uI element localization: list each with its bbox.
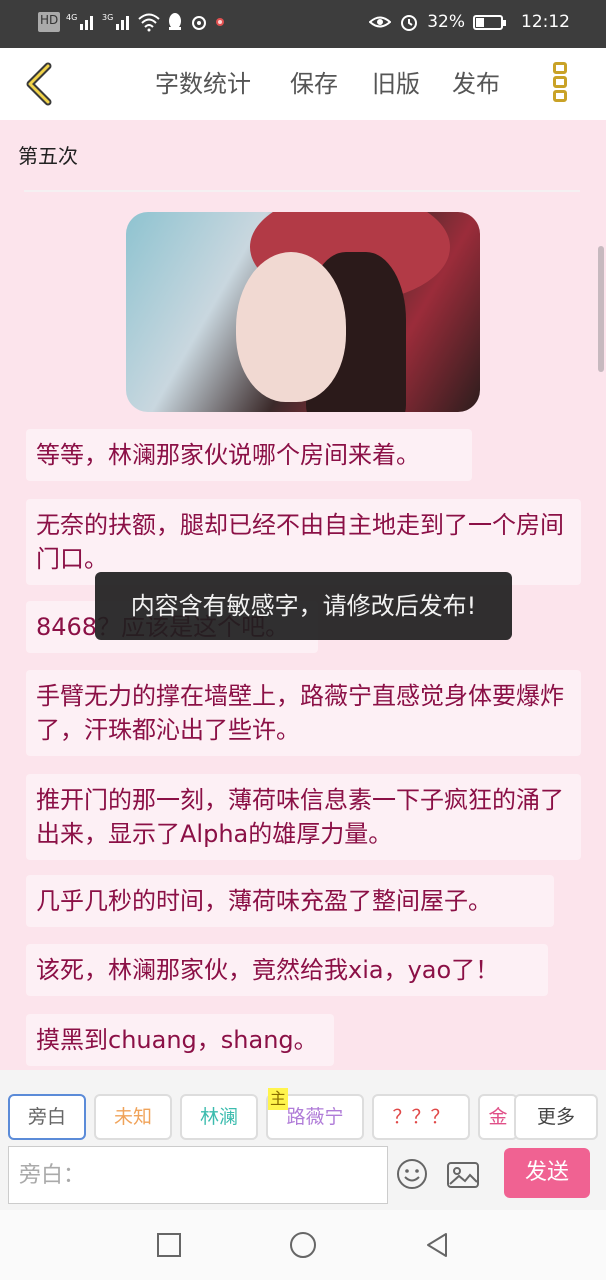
svg-text:4G: 4G	[66, 13, 77, 22]
more-characters-button[interactable]: 更多	[514, 1094, 598, 1140]
signal-4g-icon: 4G	[66, 12, 96, 32]
input-panel: 旁白 未知 林澜 主 路薇宁 ？？？ 金 更多 旁白： 发送	[0, 1070, 606, 1210]
character-chip-unknown[interactable]: 未知	[94, 1094, 172, 1140]
character-chip-linlan[interactable]: 林澜	[180, 1094, 258, 1140]
menu-dot-icon	[553, 90, 567, 102]
chapter-title[interactable]: 第五次	[18, 140, 78, 169]
chevron-left-icon	[26, 62, 52, 106]
scrollbar[interactable]	[598, 246, 604, 372]
battery-icon	[473, 14, 506, 30]
character-chip-label: 未知	[113, 1106, 152, 1128]
character-chip-luweining[interactable]: 主 路薇宁	[266, 1088, 364, 1140]
divider	[24, 190, 580, 192]
emoji-button[interactable]	[396, 1158, 428, 1190]
message-input[interactable]: 旁白：	[8, 1146, 388, 1204]
narration-message[interactable]: 几乎几秒的时间，薄荷味充盈了整间屋子。	[26, 875, 554, 927]
wifi-icon	[138, 12, 160, 32]
hd-indicator: HD	[38, 12, 61, 32]
back-nav-button[interactable]	[422, 1230, 452, 1260]
square-icon	[157, 1233, 181, 1257]
narration-message[interactable]: 等等，林澜那家伙说哪个房间来着。	[26, 429, 472, 481]
character-chip-label: 旁白	[27, 1106, 66, 1128]
svg-text:3G: 3G	[102, 13, 113, 22]
send-button[interactable]: 发送	[504, 1148, 590, 1198]
character-chip-narrator[interactable]: 旁白	[8, 1094, 86, 1140]
alarm-icon	[399, 12, 419, 32]
publish-button[interactable]: 发布	[452, 66, 500, 102]
save-button[interactable]: 保存	[290, 66, 338, 102]
toast-message: 内容含有敏感字，请修改后发布!	[95, 572, 512, 640]
old-version-button[interactable]: 旧版	[372, 66, 420, 102]
narration-message[interactable]: 摸黑到chuang，shang。	[26, 1014, 334, 1066]
record-dot-icon	[214, 12, 226, 32]
weibo-icon	[190, 12, 208, 32]
back-button[interactable]	[18, 62, 62, 106]
recents-button[interactable]	[154, 1230, 184, 1260]
circle-icon	[290, 1232, 316, 1258]
triangle-back-icon	[427, 1233, 447, 1257]
insert-image-button[interactable]	[446, 1160, 480, 1190]
eye-icon	[368, 12, 392, 32]
word-count-button[interactable]: 字数统计	[155, 66, 251, 102]
narration-message[interactable]: 该死，林澜那家伙，竟然给我xia，yao了！	[26, 944, 548, 996]
menu-dot-icon	[553, 62, 567, 74]
image-icon	[447, 1162, 479, 1188]
narration-message[interactable]: 手臂无力的撑在墙壁上，路薇宁直感觉身体要爆炸了，汗珠都沁出了些许。	[26, 670, 581, 756]
editor-toolbar: 字数统计 保存 旧版 发布	[0, 48, 606, 120]
character-chip-label: ？？？	[392, 1106, 450, 1128]
menu-dot-icon	[553, 76, 567, 88]
character-chip-label: 路薇宁	[286, 1106, 344, 1128]
qq-notification-icon	[166, 12, 184, 32]
character-chip-unknown-qqq[interactable]: ？？？	[372, 1094, 470, 1140]
system-nav-bar	[0, 1210, 606, 1280]
character-chip-jin[interactable]: 金	[478, 1094, 518, 1140]
battery-percent: 32%	[427, 12, 465, 32]
narration-message[interactable]: 推开门的那一刻，薄荷味信息素一下子疯狂的涌了出来，显示了Alpha的雄厚力量。	[26, 774, 581, 860]
smiley-icon	[397, 1159, 427, 1189]
signal-3g-icon: 3G	[102, 12, 132, 32]
clock-time: 12:12	[521, 12, 570, 32]
chapter-cover-image[interactable]	[126, 212, 480, 412]
status-bar: HD 4G 3G 32% 12:12	[0, 0, 606, 48]
home-button[interactable]	[288, 1230, 318, 1260]
more-menu-button[interactable]	[550, 60, 570, 108]
protagonist-badge: 主	[268, 1088, 289, 1110]
character-chip-label: 金	[488, 1106, 508, 1128]
character-chip-label: 林澜	[199, 1106, 238, 1128]
